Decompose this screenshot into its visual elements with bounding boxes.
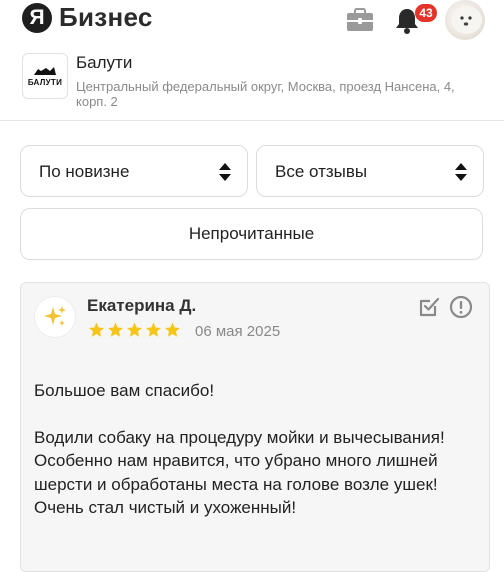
- report-icon[interactable]: [449, 295, 473, 319]
- review-paragraph: Большое вам спасибо!: [34, 381, 215, 400]
- reviewer-avatar: [34, 296, 76, 338]
- company-address: Центральный федеральный округ, Москва, п…: [76, 79, 455, 109]
- star-icon: [108, 322, 123, 337]
- logo-text: Бизнес: [59, 2, 153, 32]
- dog-avatar-image: [452, 6, 482, 34]
- company-logo: БАЛУТИ: [22, 53, 68, 99]
- review-text: Большое вам спасибо! Водили собаку на пр…: [34, 379, 479, 543]
- reviewer-name: Екатерина Д.: [87, 296, 197, 315]
- review-paragraph: Водили собаку на процедуру мойки и вычес…: [34, 427, 445, 518]
- review-type-select-value: Все отзывы: [275, 162, 368, 181]
- company-card[interactable]: БАЛУТИ Балути Центральный федеральный ок…: [0, 48, 504, 121]
- yandex-logo-badge: Я: [22, 2, 52, 33]
- company-name: Балути: [76, 53, 133, 72]
- notifications-badge: 43: [415, 4, 437, 22]
- sort-select[interactable]: По новизне: [20, 145, 248, 197]
- select-arrows-icon: [455, 163, 467, 181]
- rating-stars: [87, 321, 182, 339]
- review-date: 06 мая 2025: [195, 323, 281, 340]
- company-logo-text: БАЛУТИ: [27, 78, 63, 87]
- user-avatar[interactable]: [445, 0, 485, 40]
- star-icon: [165, 322, 180, 337]
- sparkles-icon: [44, 306, 66, 326]
- app-header: Я Бизнес 43: [0, 0, 504, 40]
- review-card: Екатерина Д. 06 мая 2025 Большое вам спа…: [20, 282, 490, 572]
- yandex-business-logo[interactable]: Я Бизнес: [22, 2, 153, 33]
- sort-select-value: По новизне: [39, 162, 130, 181]
- review-type-select[interactable]: Все отзывы: [256, 145, 484, 197]
- unread-filter-button[interactable]: Непрочитанные: [20, 208, 483, 260]
- star-icon: [89, 322, 104, 337]
- mark-read-icon[interactable]: [418, 296, 440, 318]
- dog-silhouette-icon: [34, 67, 56, 75]
- star-icon: [146, 322, 161, 337]
- select-arrows-icon: [219, 163, 231, 181]
- star-icon: [127, 322, 142, 337]
- briefcase-icon[interactable]: [346, 8, 374, 32]
